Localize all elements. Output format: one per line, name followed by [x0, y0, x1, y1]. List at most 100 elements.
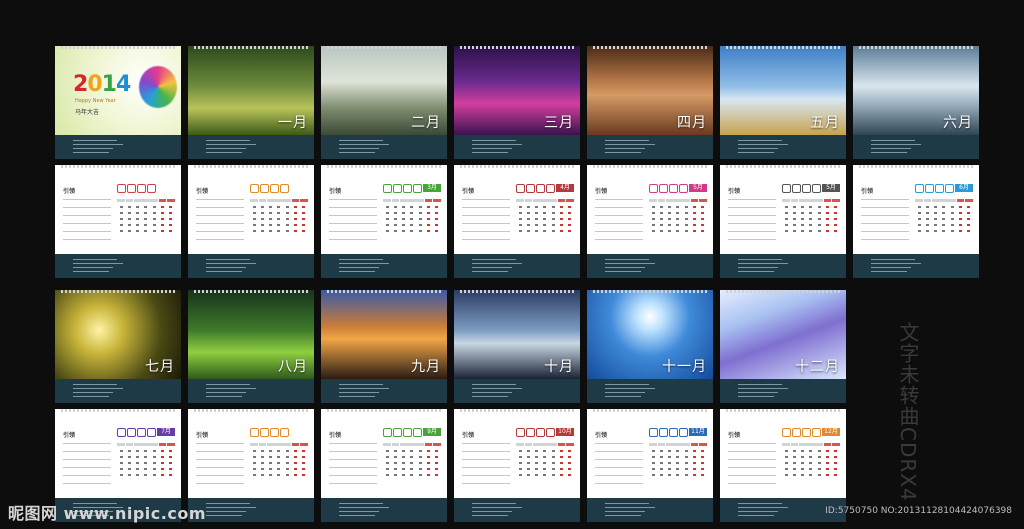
month-label: 六月 — [943, 115, 973, 131]
month-photo-card[interactable]: 一月 — [188, 46, 314, 159]
month-photo-card[interactable]: 八月 — [188, 290, 314, 403]
binder-rings — [327, 409, 441, 412]
calendar-page: 引领 4月 — [454, 165, 580, 254]
notes-lines — [861, 199, 909, 247]
year-cubes-icon — [250, 428, 310, 437]
brand-name: 引领 — [728, 432, 741, 439]
card-footer — [587, 135, 713, 159]
binder-rings — [61, 290, 175, 293]
binder-rings — [726, 165, 840, 168]
card-footer — [454, 498, 580, 522]
calendar-page-card[interactable]: 引领 — [55, 165, 181, 278]
binder-rings — [593, 165, 707, 168]
horse-logo-icon — [139, 66, 177, 108]
year-digit: 4 — [115, 72, 131, 97]
notes-lines — [63, 443, 111, 491]
month-photo: 七月 — [55, 290, 181, 379]
brand-name: 引领 — [861, 188, 874, 195]
binder-rings — [593, 290, 707, 293]
calendar-page: 引领 — [55, 165, 181, 254]
card-footer — [853, 135, 979, 159]
card-footer — [321, 498, 447, 522]
brand-name: 引领 — [196, 432, 209, 439]
notes-lines — [196, 443, 244, 491]
month-tag: 11月 — [689, 428, 707, 436]
calendar-page: 引领 9月 — [321, 409, 447, 498]
month-label: 三月 — [544, 115, 574, 131]
date-grid — [250, 443, 308, 478]
year-cubes-icon: 6月 — [915, 184, 975, 193]
date-grid — [915, 199, 973, 234]
notes-lines — [728, 443, 776, 491]
notes-lines — [462, 199, 510, 247]
calendar-page: 引领 6月 — [853, 165, 979, 254]
date-grid — [649, 199, 707, 234]
calendar-page-card[interactable]: 引领 4月 — [454, 165, 580, 278]
month-photo: 十月 — [454, 290, 580, 379]
cover-subtitle-cn: 马年大吉 — [75, 109, 100, 116]
card-footer — [587, 498, 713, 522]
calendar-page-card[interactable]: 引领 5月 — [720, 165, 846, 278]
month-photo-card[interactable]: 九月 — [321, 290, 447, 403]
month-photo-card[interactable]: 十二月 — [720, 290, 846, 403]
date-grid — [782, 443, 840, 478]
month-label: 二月 — [411, 115, 441, 131]
month-photo-card[interactable]: 十一月 — [587, 290, 713, 403]
binder-rings — [726, 409, 840, 412]
card-footer — [321, 379, 447, 403]
calendar-page: 引领 11月 — [587, 409, 713, 498]
calendar-page-card[interactable]: 引领 — [188, 409, 314, 522]
month-tag: 4月 — [556, 184, 574, 192]
month-photo-card[interactable]: 七月 — [55, 290, 181, 403]
month-photo-card[interactable]: 六月 — [853, 46, 979, 159]
date-grid — [117, 199, 175, 234]
month-tag: 5月 — [689, 184, 707, 192]
binder-rings — [194, 46, 308, 49]
card-footer — [321, 254, 447, 278]
month-label: 十月 — [544, 359, 574, 375]
calendar-page-card[interactable]: 引领 6月 — [853, 165, 979, 278]
month-photo-card[interactable]: 十月 — [454, 290, 580, 403]
year-digit: 2 — [73, 72, 88, 97]
calendar-page-card[interactable]: 引领 11月 — [587, 409, 713, 522]
month-photo-card[interactable]: 二月 — [321, 46, 447, 159]
year-cubes-icon: 3月 — [383, 184, 443, 193]
month-photo-card[interactable]: 四月 — [587, 46, 713, 159]
image-id-line: ID:5750750 NO:20131128104424076398 — [825, 506, 1012, 516]
brand-name: 引领 — [462, 432, 475, 439]
cover-card[interactable]: 2014 Happy New Year 马年大吉 — [55, 46, 181, 159]
calendar-page: 引领 12月 — [720, 409, 846, 498]
card-footer — [454, 135, 580, 159]
binder-rings — [460, 165, 574, 168]
year-digit: 0 — [87, 72, 102, 97]
brand-name: 引领 — [329, 188, 342, 195]
month-photo-card[interactable]: 三月 — [454, 46, 580, 159]
binder-rings — [726, 46, 840, 49]
card-footer — [55, 379, 181, 403]
card-footer — [587, 254, 713, 278]
calendar-page-card[interactable]: 引领 — [188, 165, 314, 278]
date-grid — [117, 443, 175, 478]
year-cubes-icon — [250, 184, 310, 193]
notes-lines — [196, 199, 244, 247]
card-footer — [188, 254, 314, 278]
notes-lines — [595, 199, 643, 247]
site-logo[interactable]: 昵图网 www.nipic.com — [8, 500, 206, 524]
calendar-page-card[interactable]: 引领 10月 — [454, 409, 580, 522]
year-cubes-icon: 5月 — [649, 184, 709, 193]
year-cubes-icon: 11月 — [649, 428, 709, 437]
month-tag: 6月 — [955, 184, 973, 192]
calendar-page-card[interactable]: 引领 9月 — [321, 409, 447, 522]
card-footer — [720, 379, 846, 403]
month-photo-card[interactable]: 五月 — [720, 46, 846, 159]
calendar-page-card[interactable]: 引领 3月 — [321, 165, 447, 278]
binder-rings — [194, 409, 308, 412]
month-tag: 12月 — [822, 428, 840, 436]
binder-rings — [194, 165, 308, 168]
year-cubes-icon: 7月 — [117, 428, 177, 437]
year-cubes-icon: 12月 — [782, 428, 842, 437]
brand-name: 引领 — [595, 432, 608, 439]
month-photo: 十二月 — [720, 290, 846, 379]
month-photo: 六月 — [853, 46, 979, 135]
calendar-page-card[interactable]: 引领 5月 — [587, 165, 713, 278]
